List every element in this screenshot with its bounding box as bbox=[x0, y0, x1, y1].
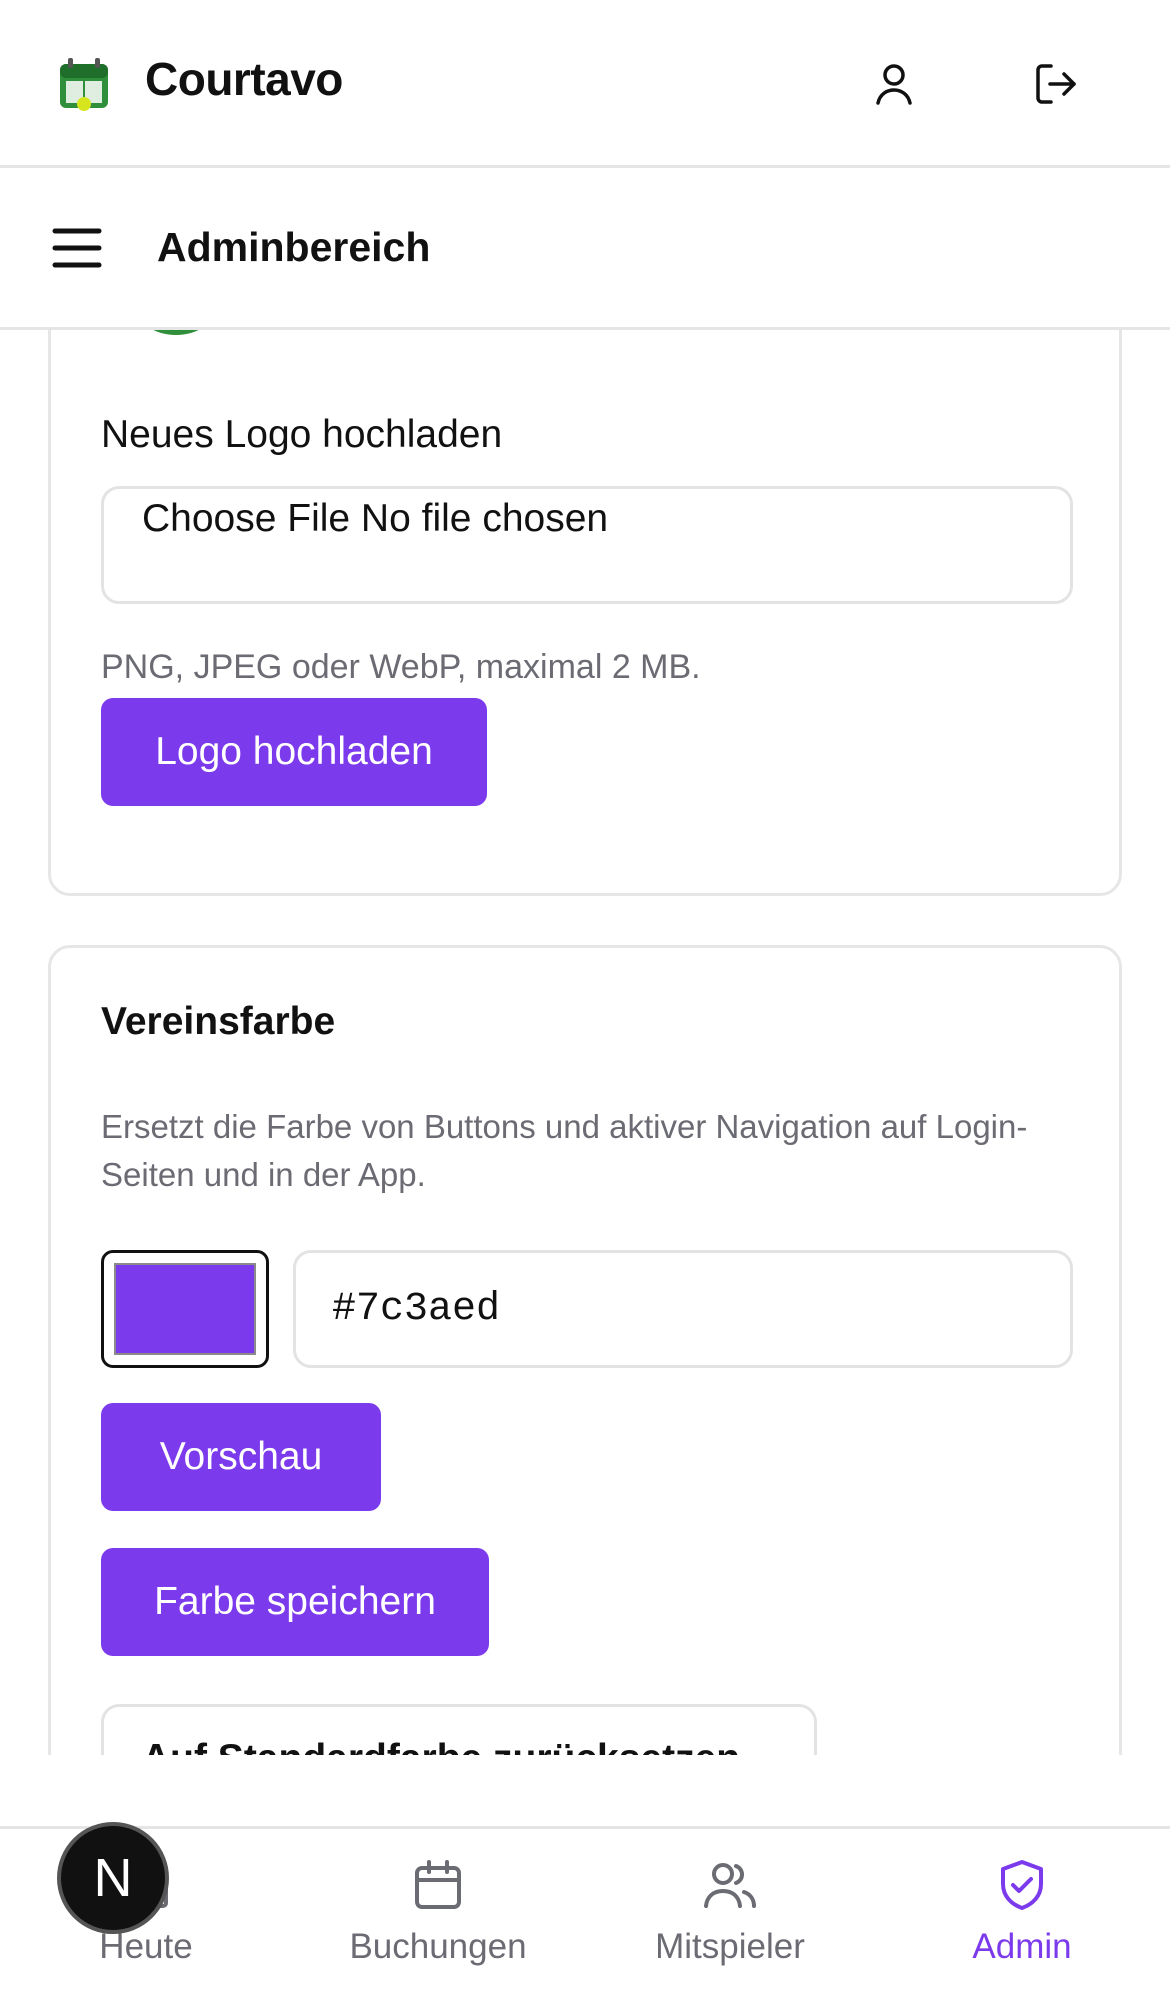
bottom-navigation: Heute Buchungen Mitspieler Admin bbox=[0, 1826, 1170, 1992]
logo-card: Neues Logo hochladen Choose File No file… bbox=[48, 330, 1122, 896]
upload-logo-button[interactable]: Logo hochladen bbox=[101, 698, 487, 806]
logo-file-input[interactable]: Choose File No file chosen bbox=[101, 486, 1073, 604]
color-swatch bbox=[114, 1263, 256, 1355]
club-logo-preview bbox=[153, 330, 199, 335]
reset-color-button[interactable]: Auf Standardfarbe zurücksetzen bbox=[101, 1704, 817, 1755]
calendar-icon bbox=[415, 1860, 461, 1909]
nav-label-mitspieler: Mitspieler bbox=[655, 1927, 805, 1966]
logout-icon[interactable] bbox=[1030, 58, 1082, 110]
club-color-card: Vereinsfarbe Ersetzt die Farbe von Butto… bbox=[48, 945, 1122, 1755]
nav-label-heute: Heute bbox=[99, 1927, 193, 1966]
upload-label: Neues Logo hochladen bbox=[101, 413, 503, 456]
app-title: Courtavo bbox=[145, 53, 343, 105]
top-app-bar: Courtavo bbox=[0, 0, 1170, 168]
courtavo-logo bbox=[60, 58, 108, 111]
nav-label-buchungen: Buchungen bbox=[349, 1927, 527, 1966]
nav-item-mitspieler[interactable]: Mitspieler bbox=[584, 1829, 876, 1995]
main-content[interactable]: Neues Logo hochladen Choose File No file… bbox=[0, 330, 1170, 1755]
hamburger-menu-icon[interactable] bbox=[52, 226, 102, 270]
hex-color-input[interactable]: #7c3aed bbox=[293, 1250, 1073, 1368]
shield-check-icon bbox=[1001, 1860, 1043, 1910]
upload-hint: PNG, JPEG oder WebP, maximal 2 MB. bbox=[101, 648, 701, 686]
page-title: Adminbereich bbox=[157, 224, 431, 270]
save-color-button[interactable]: Farbe speichern bbox=[101, 1548, 489, 1656]
preview-button[interactable]: Vorschau bbox=[101, 1403, 381, 1511]
club-color-title: Vereinsfarbe bbox=[101, 1000, 336, 1043]
nav-item-buchungen[interactable]: Buchungen bbox=[292, 1829, 584, 1995]
user-icon[interactable] bbox=[868, 58, 920, 110]
color-picker[interactable] bbox=[101, 1250, 269, 1368]
admin-subheader: Adminbereich bbox=[0, 168, 1170, 330]
nav-item-admin[interactable]: Admin bbox=[876, 1829, 1168, 1995]
nav-label-admin: Admin bbox=[972, 1927, 1072, 1966]
users-icon bbox=[704, 1863, 756, 1908]
club-color-description: Ersetzt die Farbe von Buttons und aktive… bbox=[101, 1108, 1028, 1193]
dev-tools-badge[interactable]: N bbox=[57, 1822, 169, 1934]
